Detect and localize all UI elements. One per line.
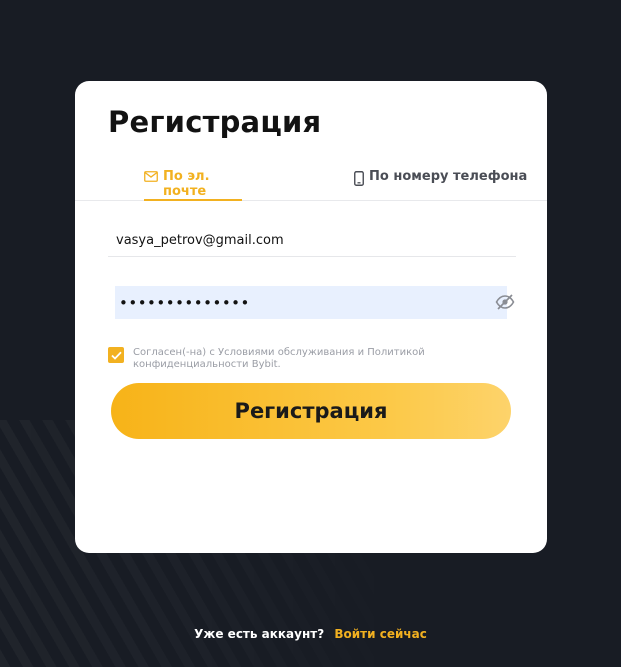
phone-icon: [354, 171, 364, 186]
eye-off-icon[interactable]: [495, 293, 515, 311]
tab-email-label: По эл. почте: [163, 169, 210, 199]
registration-card: Регистрация По эл. почте По номеру телеф…: [75, 81, 547, 553]
tab-email[interactable]: По эл. почте: [144, 169, 242, 201]
envelope-icon: [144, 171, 158, 182]
password-field-wrapper: [115, 286, 507, 319]
register-button[interactable]: Регистрация: [111, 383, 511, 439]
terms-agreement: Согласен(-на) с Условиями обслуживания и…: [108, 347, 508, 371]
login-prompt: Уже есть аккаунт? Войти сейчас: [0, 627, 621, 641]
email-field[interactable]: [108, 229, 516, 252]
login-link[interactable]: Войти сейчас: [334, 627, 426, 641]
email-field-wrapper: [108, 229, 516, 257]
tab-phone[interactable]: По номеру телефона: [354, 169, 527, 201]
password-field[interactable]: [115, 286, 507, 319]
page-title: Регистрация: [108, 105, 322, 139]
terms-checkbox[interactable]: [108, 347, 124, 363]
signup-method-tabs: По эл. почте По номеру телефона: [75, 169, 547, 201]
tab-phone-label: По номеру телефона: [369, 169, 528, 184]
terms-text: Согласен(-на) с Условиями обслуживания и…: [133, 347, 425, 370]
check-icon: [110, 351, 122, 360]
have-account-text: Уже есть аккаунт?: [194, 627, 325, 641]
